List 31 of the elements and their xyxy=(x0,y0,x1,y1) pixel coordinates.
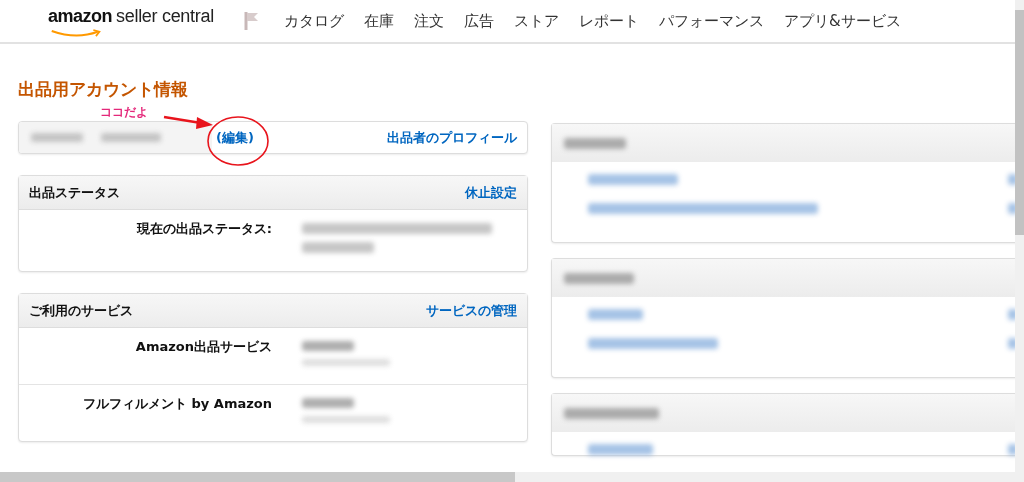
field-label: フルフィルメント by Amazon xyxy=(82,395,272,413)
nav-link[interactable]: レポート xyxy=(578,11,639,31)
blurred-text xyxy=(302,341,354,351)
horizontal-scrollbar[interactable] xyxy=(0,472,1024,482)
annotation-arrow xyxy=(163,115,215,131)
page-title: 出品用アカウント情報 xyxy=(18,78,189,101)
section-action-link[interactable]: サービスの管理 xyxy=(426,301,517,320)
logo[interactable]: amazon seller central xyxy=(48,6,214,36)
nav-link[interactable]: 広告 xyxy=(463,11,494,31)
blurred-text xyxy=(31,133,83,142)
blurred-text xyxy=(302,398,354,408)
field-label: Amazon出品サービス xyxy=(134,338,272,356)
section-title: 出品ステータス xyxy=(29,183,120,202)
blurred-text xyxy=(564,137,626,149)
blurred-text xyxy=(564,272,634,284)
nav-link[interactable]: カタログ xyxy=(283,11,344,31)
vertical-scrollbar[interactable] xyxy=(1015,0,1024,472)
section-action-link[interactable]: 休止設定 xyxy=(465,183,517,202)
profile-link[interactable]: 出品者のプロフィール xyxy=(387,128,517,147)
annotation-text: ココだよ xyxy=(100,104,148,121)
nav-link[interactable]: パフォーマンス xyxy=(658,11,764,31)
blurred-text xyxy=(101,133,161,142)
nav-link[interactable]: ストア xyxy=(513,11,559,31)
nav-link[interactable]: アプリ&サービス xyxy=(783,11,901,31)
blurred-text xyxy=(302,242,374,253)
field-label: 現在の出品ステータス: xyxy=(135,220,272,238)
nav-link[interactable]: 注文 xyxy=(413,11,444,31)
nav-link[interactable]: 在庫 xyxy=(363,11,394,31)
section-title: ご利用のサービス xyxy=(29,301,133,320)
annotation-circle xyxy=(206,115,270,167)
flag-icon[interactable] xyxy=(243,11,260,31)
